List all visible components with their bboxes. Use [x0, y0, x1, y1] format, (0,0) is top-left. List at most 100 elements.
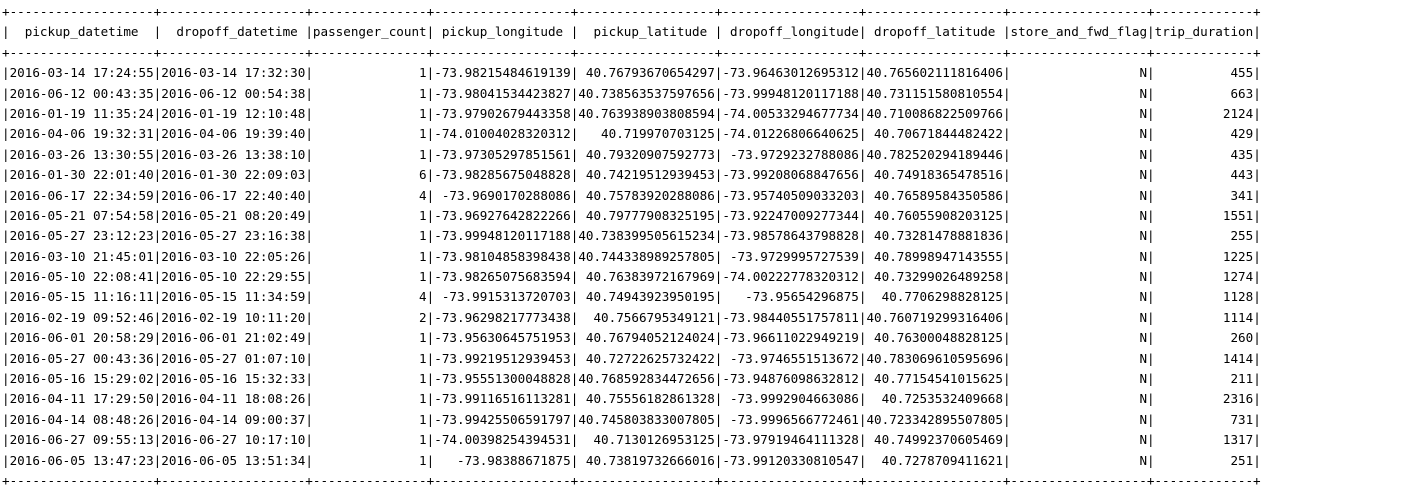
cell-trip-duration: 2316 — [1154, 391, 1254, 407]
cell-pickup-latitude: 40.76794052124024 — [578, 330, 715, 346]
cell-dropoff-latitude: 40.76300048828125 — [866, 330, 1003, 346]
cell-pickup-datetime: 2016-06-27 09:55:13 — [9, 432, 154, 448]
cell-pickup-datetime: 2016-05-27 23:12:23 — [9, 228, 154, 244]
cell-store-and-fwd-flag: N — [1010, 248, 1148, 264]
cell-dropoff-latitude: 40.73299026489258 — [866, 269, 1003, 285]
cell-pickup-datetime: 2016-05-27 00:43:36 — [9, 350, 154, 366]
table-border-top: +-------------------+-------------------… — [2, 4, 1261, 19]
cell-passenger-count: 1 — [312, 411, 427, 427]
cell-pickup-latitude: 40.738399505615234 — [578, 228, 715, 244]
cell-pickup-longitude: -74.01004028320312 — [434, 126, 571, 142]
cell-trip-duration: 2124 — [1154, 105, 1254, 121]
cell-dropoff-datetime: 2016-04-14 09:00:37 — [161, 411, 306, 427]
cell-pickup-datetime: 2016-05-15 11:16:11 — [9, 289, 154, 305]
cell-pickup-datetime: 2016-05-16 15:29:02 — [9, 371, 154, 387]
cell-pickup-latitude: 40.79320907592773 — [578, 146, 715, 162]
cell-dropoff-latitude: 40.731151580810554 — [866, 85, 1003, 101]
cell-pickup-longitude: -73.97305297851561 — [434, 146, 571, 162]
cell-dropoff-datetime: 2016-04-06 19:39:40 — [161, 126, 306, 142]
cell-store-and-fwd-flag: N — [1010, 269, 1148, 285]
cell-pickup-latitude: 40.75556182861328 — [578, 391, 715, 407]
cell-dropoff-latitude: 40.76055908203125 — [866, 207, 1003, 223]
cell-pickup-longitude: -73.95551300048828 — [434, 371, 571, 387]
table-row: |2016-05-21 07:54:58|2016-05-21 08:20:49… — [2, 207, 1261, 223]
cell-pickup-datetime: 2016-03-26 13:30:55 — [9, 146, 154, 162]
cell-dropoff-latitude: 40.765602111816406 — [866, 65, 1003, 81]
column-header-pickup-longitude: pickup_longitude — [434, 24, 571, 40]
cell-dropoff-longitude: -73.99948120117188 — [722, 85, 859, 101]
table-row: |2016-06-27 09:55:13|2016-06-27 10:17:10… — [2, 432, 1261, 448]
table-row: |2016-05-10 22:08:41|2016-05-10 22:29:55… — [2, 269, 1261, 285]
table-row: |2016-05-16 15:29:02|2016-05-16 15:32:33… — [2, 371, 1261, 387]
cell-store-and-fwd-flag: N — [1010, 411, 1148, 427]
cell-trip-duration: 1225 — [1154, 248, 1254, 264]
cell-pickup-datetime: 2016-01-30 22:01:40 — [9, 167, 154, 183]
cell-dropoff-longitude: -73.98578643798828 — [722, 228, 859, 244]
cell-dropoff-datetime: 2016-06-01 21:02:49 — [161, 330, 306, 346]
cell-passenger-count: 1 — [312, 432, 427, 448]
cell-dropoff-latitude: 40.7253532409668 — [866, 391, 1003, 407]
cell-dropoff-longitude: -73.96611022949219 — [722, 330, 859, 346]
cell-passenger-count: 1 — [312, 391, 427, 407]
cell-pickup-longitude: -73.96298217773438 — [434, 309, 571, 325]
cell-passenger-count: 1 — [312, 350, 427, 366]
cell-dropoff-datetime: 2016-06-05 13:51:34 — [161, 452, 306, 468]
cell-trip-duration: 341 — [1154, 187, 1254, 203]
column-header-pickup-datetime: pickup_datetime — [9, 24, 154, 40]
cell-dropoff-datetime: 2016-03-14 17:32:30 — [161, 65, 306, 81]
cell-dropoff-latitude: 40.76589584350586 — [866, 187, 1003, 203]
table-border-bottom: +-------------------+-------------------… — [2, 472, 1261, 488]
cell-trip-duration: 663 — [1154, 85, 1254, 101]
column-header-store-and-fwd-flag: store_and_fwd_flag — [1010, 24, 1148, 40]
cell-dropoff-latitude: 40.78998947143555 — [866, 248, 1003, 264]
cell-trip-duration: 1114 — [1154, 309, 1254, 325]
cell-store-and-fwd-flag: N — [1010, 126, 1148, 142]
cell-passenger-count: 1 — [312, 269, 427, 285]
cell-trip-duration: 1274 — [1154, 269, 1254, 285]
cell-dropoff-datetime: 2016-06-27 10:17:10 — [161, 432, 306, 448]
table-row: |2016-06-12 00:43:35|2016-06-12 00:54:38… — [2, 85, 1261, 101]
cell-pickup-latitude: 40.76793670654297 — [578, 65, 715, 81]
cell-trip-duration: 1414 — [1154, 350, 1254, 366]
cell-dropoff-longitude: -74.00533294677734 — [722, 105, 859, 121]
cell-pickup-latitude: 40.76383972167969 — [578, 269, 715, 285]
cell-dropoff-longitude: -73.9729232788086 — [722, 146, 859, 162]
cell-trip-duration: 1128 — [1154, 289, 1254, 305]
cell-pickup-longitude: -73.99219512939453 — [434, 350, 571, 366]
cell-store-and-fwd-flag: N — [1010, 228, 1148, 244]
cell-pickup-latitude: 40.73819732666016 — [578, 452, 715, 468]
cell-trip-duration: 255 — [1154, 228, 1254, 244]
cell-dropoff-datetime: 2016-05-16 15:32:33 — [161, 371, 306, 387]
cell-pickup-longitude: -73.98041534423827 — [434, 85, 571, 101]
cell-pickup-longitude: -73.98285675048828 — [434, 167, 571, 183]
cell-dropoff-longitude: -73.94876098632812 — [722, 371, 859, 387]
table-row: |2016-01-30 22:01:40|2016-01-30 22:09:03… — [2, 167, 1261, 183]
cell-store-and-fwd-flag: N — [1010, 330, 1148, 346]
cell-trip-duration: 251 — [1154, 452, 1254, 468]
cell-dropoff-latitude: 40.710086822509766 — [866, 105, 1003, 121]
cell-store-and-fwd-flag: N — [1010, 65, 1148, 81]
cell-pickup-datetime: 2016-06-12 00:43:35 — [9, 85, 154, 101]
cell-store-and-fwd-flag: N — [1010, 432, 1148, 448]
cell-store-and-fwd-flag: N — [1010, 146, 1148, 162]
table-header-separator: +-------------------+-------------------… — [2, 44, 1261, 60]
cell-pickup-latitude: 40.74943923950195 — [578, 289, 715, 305]
cell-pickup-datetime: 2016-04-14 08:48:26 — [9, 411, 154, 427]
cell-passenger-count: 2 — [312, 309, 427, 325]
cell-pickup-longitude: -73.98104858398438 — [434, 248, 571, 264]
cell-dropoff-longitude: -73.95740509033203 — [722, 187, 859, 203]
cell-dropoff-longitude: -73.9729995727539 — [722, 248, 859, 264]
cell-dropoff-longitude: -73.98440551757811 — [722, 309, 859, 325]
cell-dropoff-datetime: 2016-03-10 22:05:26 — [161, 248, 306, 264]
cell-store-and-fwd-flag: N — [1010, 391, 1148, 407]
table-row: |2016-04-06 19:32:31|2016-04-06 19:39:40… — [2, 126, 1261, 142]
cell-pickup-longitude: -74.00398254394531 — [434, 432, 571, 448]
cell-store-and-fwd-flag: N — [1010, 85, 1148, 101]
cell-passenger-count: 1 — [312, 452, 427, 468]
cell-dropoff-datetime: 2016-05-27 23:16:38 — [161, 228, 306, 244]
cell-store-and-fwd-flag: N — [1010, 207, 1148, 223]
cell-pickup-datetime: 2016-06-01 20:58:29 — [9, 330, 154, 346]
cell-pickup-datetime: 2016-03-14 17:24:55 — [9, 65, 154, 81]
cell-dropoff-datetime: 2016-06-12 00:54:38 — [161, 85, 306, 101]
cell-pickup-latitude: 40.74219512939453 — [578, 167, 715, 183]
